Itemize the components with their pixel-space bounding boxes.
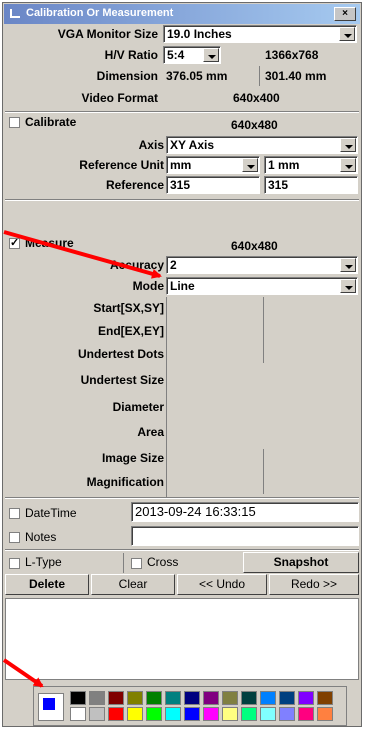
annotation-arrows xyxy=(2,230,162,688)
arrow-to-mode xyxy=(3,230,162,279)
arrow-to-palette xyxy=(2,658,44,688)
